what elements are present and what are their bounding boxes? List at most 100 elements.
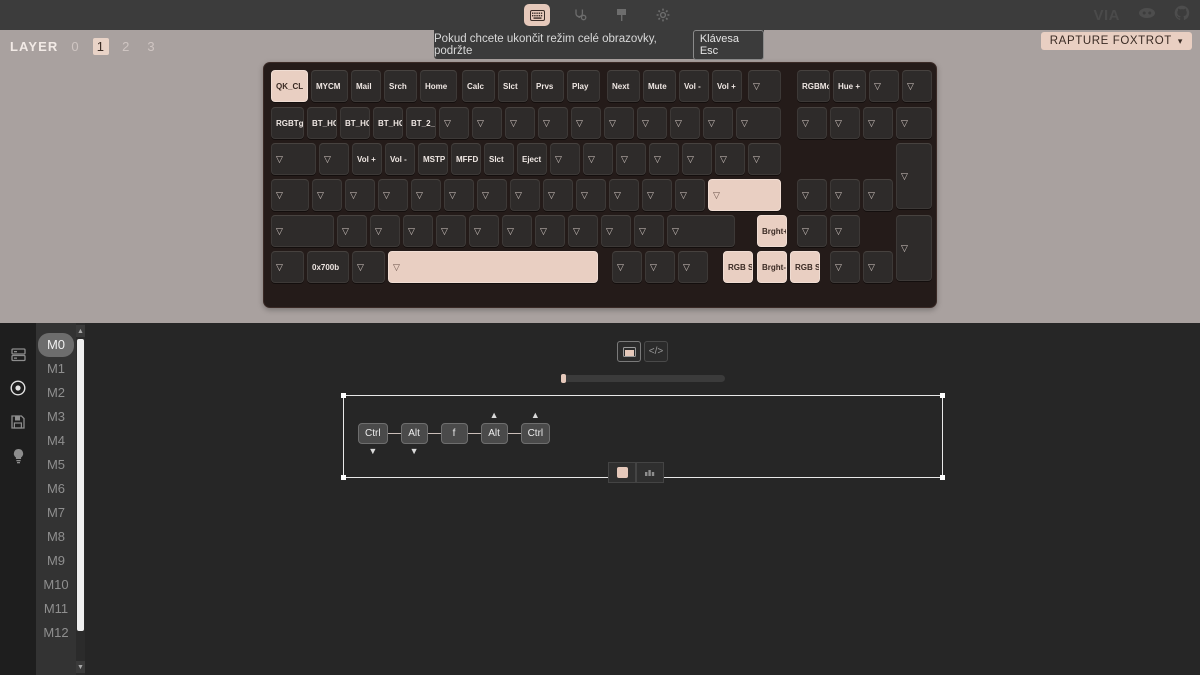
keyboard-key[interactable]: MYCM bbox=[311, 70, 348, 102]
keyboard-key[interactable]: BT_HO bbox=[373, 107, 403, 139]
keyboard-key[interactable]: ▽ bbox=[411, 179, 441, 211]
add-delay-button[interactable] bbox=[636, 462, 664, 483]
keyboard-key[interactable]: 0x700b bbox=[307, 251, 349, 283]
github-icon[interactable] bbox=[1174, 5, 1190, 26]
layer-button-3[interactable]: 3 bbox=[143, 38, 159, 55]
keyboard-key[interactable]: ▽ bbox=[477, 179, 507, 211]
keyboard-key[interactable]: ▽ bbox=[797, 179, 827, 211]
keyboard-key[interactable]: Prvs bbox=[531, 70, 564, 102]
keyboard-key[interactable]: ▽ bbox=[271, 251, 304, 283]
macro-slot-m5[interactable]: M5 bbox=[38, 453, 74, 477]
keyboard-key[interactable]: ▽ bbox=[715, 143, 745, 175]
keyboard-key[interactable]: MSTP bbox=[418, 143, 448, 175]
keyboard-key[interactable]: Vol - bbox=[385, 143, 415, 175]
keyboard-key[interactable]: ▽ bbox=[863, 179, 893, 211]
macro-slot-m11[interactable]: M11 bbox=[38, 597, 74, 621]
keyboard-key[interactable]: ▽ bbox=[439, 107, 469, 139]
layer-button-2[interactable]: 2 bbox=[118, 38, 134, 55]
keyboard-key[interactable]: RGBMo bbox=[797, 70, 830, 102]
keyboard-key[interactable]: ▽ bbox=[649, 143, 679, 175]
keyboard-key[interactable]: ▽ bbox=[645, 251, 675, 283]
keyboard-key[interactable]: ▽ bbox=[869, 70, 899, 102]
keyboard-key[interactable]: ▽ bbox=[830, 107, 860, 139]
keyboard-key[interactable]: ▽ bbox=[604, 107, 634, 139]
keyboard-key[interactable]: ▽ bbox=[601, 215, 631, 247]
keyboard-key[interactable]: ▽ bbox=[403, 215, 433, 247]
sequence-step[interactable]: Alt ▼ bbox=[400, 423, 428, 456]
keyboard-key[interactable]: ▽ bbox=[670, 107, 700, 139]
macro-slot-m10[interactable]: M10 bbox=[38, 573, 74, 597]
keyboard-key[interactable]: QK_CL bbox=[271, 70, 308, 102]
macro-list-scroll-thumb[interactable] bbox=[77, 339, 84, 631]
sequence-step[interactable]: f bbox=[440, 423, 468, 444]
stethoscope-icon[interactable] bbox=[566, 4, 592, 26]
sequence-key[interactable]: Ctrl bbox=[520, 423, 551, 444]
keyboard-key[interactable]: Slct bbox=[498, 70, 528, 102]
macro-slot-m4[interactable]: M4 bbox=[38, 429, 74, 453]
keyboard-key[interactable]: ▽ bbox=[502, 215, 532, 247]
keyboard-key[interactable]: ▽ bbox=[830, 215, 860, 247]
keyboard-key[interactable]: Slct bbox=[484, 143, 514, 175]
keyboard-key[interactable]: ▽ bbox=[568, 215, 598, 247]
save-icon[interactable] bbox=[9, 413, 27, 431]
macro-slot-m12[interactable]: M12 bbox=[38, 621, 74, 645]
sequence-key[interactable]: Alt bbox=[400, 423, 428, 444]
keyboard-key[interactable]: RGB Sa bbox=[723, 251, 753, 283]
keyboard-key[interactable]: ▽ bbox=[271, 215, 334, 247]
keyboard-key[interactable]: ▽ bbox=[535, 215, 565, 247]
record-icon[interactable] bbox=[9, 379, 27, 397]
keyboard-key[interactable]: ▽ bbox=[642, 179, 672, 211]
keyboard-key[interactable]: ▽ bbox=[797, 215, 827, 247]
keyboard-key[interactable]: ▽ bbox=[896, 143, 932, 209]
keyboard-icon[interactable] bbox=[524, 4, 550, 26]
gear-icon[interactable] bbox=[650, 4, 676, 26]
macro-slot-m0[interactable]: M0 bbox=[38, 333, 74, 357]
macro-slot-m8[interactable]: M8 bbox=[38, 525, 74, 549]
sequence-step[interactable]: Ctrl ▼ bbox=[358, 423, 388, 456]
resize-handle-tl[interactable] bbox=[341, 393, 346, 398]
resize-handle-bl[interactable] bbox=[341, 475, 346, 480]
keyboard-key[interactable]: Mail bbox=[351, 70, 381, 102]
keyboard-key[interactable]: Vol + bbox=[712, 70, 742, 102]
macro-slot-m7[interactable]: M7 bbox=[38, 501, 74, 525]
server-icon[interactable] bbox=[9, 345, 27, 363]
keyboard-key[interactable]: ▽ bbox=[896, 107, 932, 139]
keyboard-key[interactable]: Vol + bbox=[352, 143, 382, 175]
keyboard-key[interactable]: ▽ bbox=[703, 107, 733, 139]
keyboard-key[interactable]: ▽ bbox=[505, 107, 535, 139]
keyboard-key[interactable]: ▽ bbox=[444, 179, 474, 211]
keyboard-key[interactable]: Play bbox=[567, 70, 600, 102]
keyboard-key[interactable]: ▽ bbox=[863, 107, 893, 139]
keyboard-key[interactable]: ▽ bbox=[337, 215, 367, 247]
keyboard-key[interactable]: ▽ bbox=[896, 215, 932, 281]
macro-list-scrollbar[interactable]: ▲ ▼ bbox=[76, 323, 85, 675]
keyboard-key[interactable]: ▽ bbox=[708, 179, 781, 211]
layer-button-0[interactable]: 0 bbox=[67, 38, 83, 55]
pin-icon[interactable] bbox=[608, 4, 634, 26]
keyboard-key[interactable]: Hue + bbox=[833, 70, 866, 102]
keyboard-key[interactable]: MFFD bbox=[451, 143, 481, 175]
macro-slot-m9[interactable]: M9 bbox=[38, 549, 74, 573]
keyboard-key[interactable]: Calc bbox=[462, 70, 495, 102]
sequence-key[interactable]: Ctrl bbox=[358, 423, 388, 444]
keyboard-key[interactable]: BT_HO bbox=[307, 107, 337, 139]
sequence-step[interactable]: Alt ▲ bbox=[480, 411, 508, 444]
keyboard-key[interactable]: ▽ bbox=[797, 107, 827, 139]
keyboard-key[interactable]: ▽ bbox=[469, 215, 499, 247]
keyboard-key[interactable]: Srch bbox=[384, 70, 417, 102]
sequence-step[interactable]: Ctrl ▲ bbox=[520, 411, 551, 444]
keyboard-key[interactable]: BT_HO bbox=[340, 107, 370, 139]
keyboard-key[interactable]: ▽ bbox=[472, 107, 502, 139]
keyboard-key[interactable]: ▽ bbox=[576, 179, 606, 211]
keyboard-key[interactable]: ▽ bbox=[616, 143, 646, 175]
keyboard-key[interactable]: Brght+ bbox=[757, 215, 787, 247]
keyboard-key[interactable]: ▽ bbox=[312, 179, 342, 211]
device-selector[interactable]: RAPTURE FOXTROT ▾ bbox=[1040, 32, 1192, 50]
resize-handle-tr[interactable] bbox=[940, 393, 945, 398]
keyboard-key[interactable]: ▽ bbox=[571, 107, 601, 139]
code-editor-button[interactable]: </> bbox=[644, 341, 668, 362]
keyboard-key[interactable]: ▽ bbox=[830, 179, 860, 211]
keyboard-key[interactable]: ▽ bbox=[352, 251, 385, 283]
keyboard-key[interactable]: ▽ bbox=[748, 143, 781, 175]
keyboard-key[interactable]: ▽ bbox=[863, 251, 893, 283]
